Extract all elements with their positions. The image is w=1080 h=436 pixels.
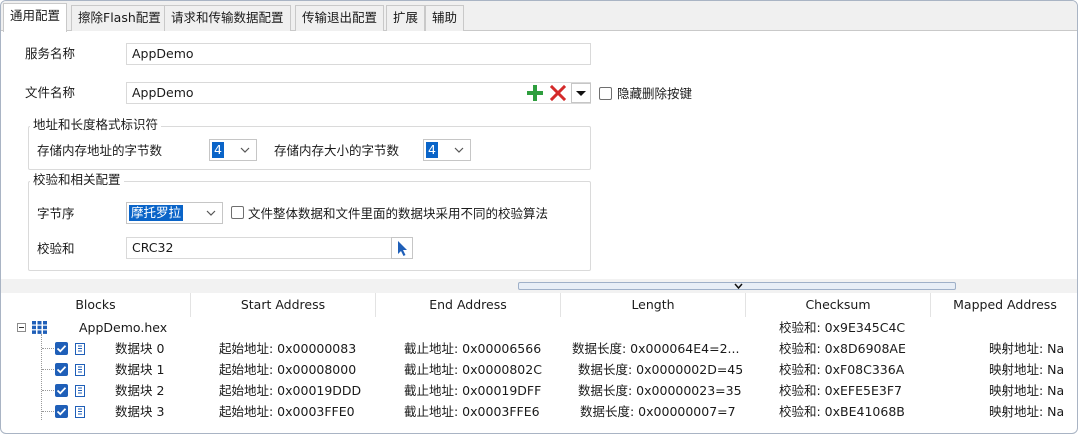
size-bytes-value: 4 xyxy=(426,142,438,158)
block-checksum: 校验和: 0x8D6908AE xyxy=(779,341,906,356)
block-checkbox[interactable] xyxy=(55,363,68,376)
app-window: 通用配置 擦除Flash配置 请求和传输数据配置 传输退出配置 扩展 辅助 服务… xyxy=(0,0,1078,434)
byte-order-select[interactable]: 摩托罗拉 xyxy=(126,202,223,224)
table-row[interactable]: 数据块 1 起始地址: 0x00008000 截止地址: 0x0000802C … xyxy=(1,359,1077,380)
block-name: 数据块 1 xyxy=(115,362,165,377)
block-checksum: 校验和: 0xBE41068B xyxy=(779,404,905,419)
data-block-icon xyxy=(75,385,85,397)
tab-transfer-exit[interactable]: 传输退出配置 xyxy=(295,5,385,31)
triangle-down-icon xyxy=(576,91,586,96)
hex-file-grid-icon xyxy=(32,321,47,334)
block-checkbox[interactable] xyxy=(55,384,68,397)
table-row[interactable]: 数据块 3 起始地址: 0x0003FFE0 截止地址: 0x0003FFE6 … xyxy=(1,401,1077,422)
block-checksum: 校验和: 0xF08C336A xyxy=(779,362,905,377)
different-algorithm-checkbox[interactable] xyxy=(231,206,244,219)
size-bytes-select[interactable]: 4 xyxy=(423,139,471,161)
plus-icon xyxy=(527,85,543,101)
service-name-label: 服务名称 xyxy=(25,46,76,61)
checkmark-icon xyxy=(56,366,67,374)
hide-delete-label: 隐藏删除按键 xyxy=(617,86,693,101)
checkmark-icon xyxy=(56,345,67,353)
file-name-field[interactable]: AppDemo xyxy=(126,82,591,104)
address-bytes-label: 存储内存地址的字节数 xyxy=(37,143,163,158)
block-end-address: 截止地址: 0x00019DFF xyxy=(404,383,542,398)
address-bytes-value: 4 xyxy=(212,142,224,158)
checksum-field[interactable]: CRC32 xyxy=(126,237,392,259)
block-end-address: 截止地址: 0x00006566 xyxy=(404,341,542,356)
tab-extension[interactable]: 扩展 xyxy=(386,5,426,31)
chevron-down-icon xyxy=(454,147,464,153)
hide-delete-checkbox[interactable] xyxy=(599,87,612,100)
column-checksum[interactable]: Checksum xyxy=(746,293,931,317)
table-row[interactable]: 数据块 0 起始地址: 0x00000083 截止地址: 0x00006566 … xyxy=(1,338,1077,359)
column-mapped-address[interactable]: Mapped Address xyxy=(931,293,1077,317)
panel-splitter[interactable] xyxy=(1,279,1077,293)
service-name-field[interactable]: AppDemo xyxy=(126,43,591,65)
general-config-panel: 服务名称 AppDemo 文件名称 AppDemo 隐藏删除按键 地址和长度格式… xyxy=(1,31,1077,279)
tab-bar: 通用配置 擦除Flash配置 请求和传输数据配置 传输退出配置 扩展 辅助 xyxy=(1,1,1077,32)
add-file-button[interactable] xyxy=(525,83,545,103)
checksum-config-group-title: 校验和相关配置 xyxy=(30,172,124,188)
chevron-down-icon xyxy=(240,147,250,153)
block-length: 数据长度: 0x0000002D=45 xyxy=(578,362,744,377)
block-start-address: 起始地址: 0x0003FFE0 xyxy=(219,404,355,419)
data-block-icon xyxy=(75,343,85,355)
column-start-address[interactable]: Start Address xyxy=(191,293,376,317)
block-mapped-address: 映射地址: Na xyxy=(989,404,1065,419)
file-dropdown-button[interactable] xyxy=(571,83,591,103)
different-algorithm-label: 文件整体数据和文件里面的数据块采用不同的校验算法 xyxy=(248,206,549,221)
root-file-name: AppDemo.hex xyxy=(79,320,168,335)
block-name: 数据块 3 xyxy=(115,404,165,419)
chevron-down-icon xyxy=(206,210,216,216)
table-row[interactable]: 数据块 2 起始地址: 0x00019DDD 截止地址: 0x00019DFF … xyxy=(1,380,1077,401)
address-length-group-title: 地址和长度格式标识符 xyxy=(30,117,162,133)
column-end-address[interactable]: End Address xyxy=(376,293,561,317)
root-checksum: 校验和: 0x9E345C4C xyxy=(779,320,906,335)
data-block-icon xyxy=(75,406,85,418)
block-mapped-address: 映射地址: Na xyxy=(989,383,1065,398)
collapse-icon[interactable] xyxy=(17,323,26,332)
block-start-address: 起始地址: 0x00000083 xyxy=(219,341,357,356)
tree-connector xyxy=(42,390,54,391)
file-name-label: 文件名称 xyxy=(25,85,76,100)
tree-connector xyxy=(42,411,54,412)
block-end-address: 截止地址: 0x0000802C xyxy=(404,362,542,377)
checksum-select-button[interactable] xyxy=(391,237,413,259)
column-blocks[interactable]: Blocks xyxy=(1,293,191,317)
block-mapped-address: 映射地址: Na xyxy=(989,362,1065,377)
tree-connector xyxy=(42,369,54,370)
tab-general[interactable]: 通用配置 xyxy=(3,3,68,32)
block-start-address: 起始地址: 0x00019DDD xyxy=(219,383,362,398)
byte-order-value: 摩托罗拉 xyxy=(129,205,184,221)
block-name: 数据块 0 xyxy=(115,341,165,356)
close-icon xyxy=(549,84,567,102)
tab-request-transfer[interactable]: 请求和传输数据配置 xyxy=(164,5,291,31)
block-checksum: 校验和: 0xEFE5E3F7 xyxy=(779,383,902,398)
block-name: 数据块 2 xyxy=(115,383,165,398)
blocks-table-header: Blocks Start Address End Address Length … xyxy=(1,293,1077,317)
block-end-address: 截止地址: 0x0003FFE6 xyxy=(404,404,540,419)
checkmark-icon xyxy=(56,387,67,395)
block-checkbox[interactable] xyxy=(55,405,68,418)
tree-root-row[interactable]: AppDemo.hex 校验和: 0x9E345C4C xyxy=(1,317,1077,338)
tab-erase-flash[interactable]: 擦除Flash配置 xyxy=(71,5,168,31)
block-length: 数据长度: 0x00000023=35 xyxy=(578,383,742,398)
checkmark-icon xyxy=(56,408,67,416)
data-block-icon xyxy=(75,364,85,376)
size-bytes-label: 存储内存大小的字节数 xyxy=(274,143,400,158)
cursor-arrow-icon xyxy=(398,241,407,256)
byte-order-label: 字节序 xyxy=(37,206,75,221)
tree-connector xyxy=(42,348,54,349)
column-length[interactable]: Length xyxy=(561,293,746,317)
block-checkbox[interactable] xyxy=(55,342,68,355)
block-start-address: 起始地址: 0x00008000 xyxy=(219,362,357,377)
delete-file-button[interactable] xyxy=(548,83,568,103)
chevron-down-icon[interactable] xyxy=(734,282,743,290)
tab-auxiliary[interactable]: 辅助 xyxy=(425,5,465,31)
block-length: 数据长度: 0x00000007=7 xyxy=(580,404,736,419)
block-mapped-address: 映射地址: Na xyxy=(989,341,1065,356)
block-length: 数据长度: 0x000064E4=2... xyxy=(572,341,740,356)
checksum-label: 校验和 xyxy=(37,241,75,256)
address-bytes-select[interactable]: 4 xyxy=(209,139,257,161)
